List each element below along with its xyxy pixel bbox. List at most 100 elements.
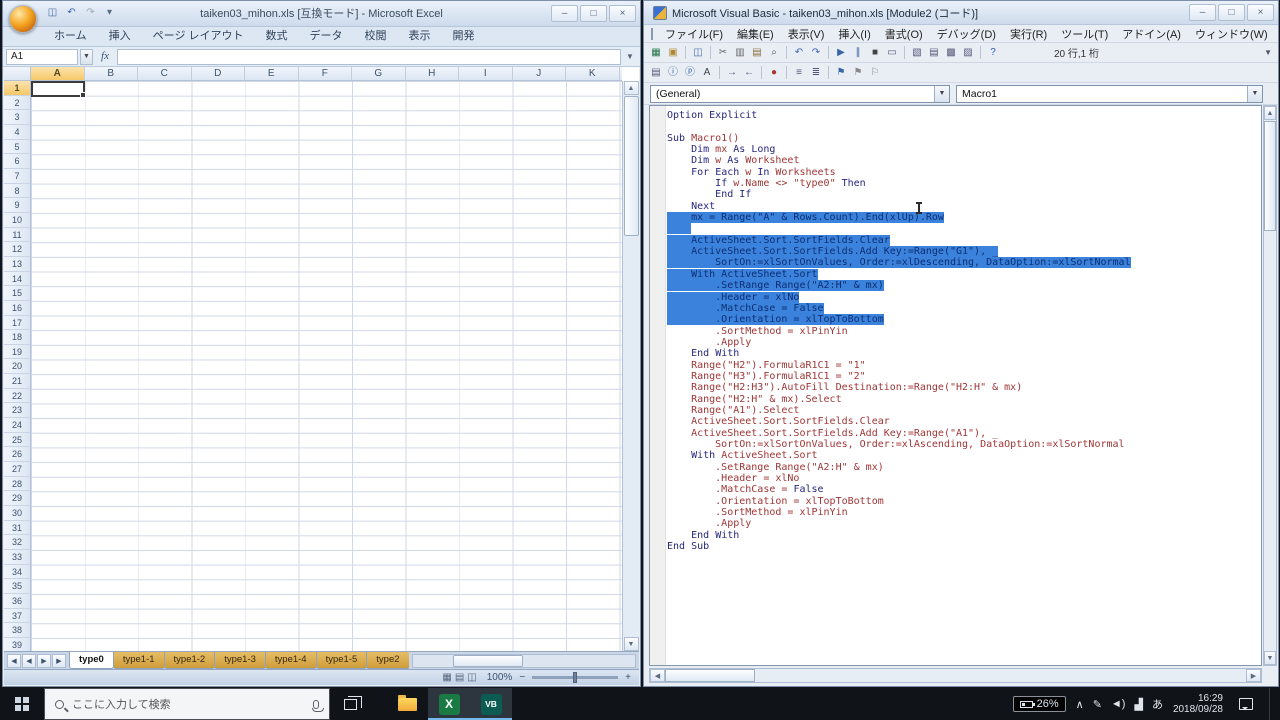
code-line[interactable]: ActiveSheet.Sort.SortFields.Clear xyxy=(667,416,1261,427)
ribbon-tab-view[interactable]: 表示 xyxy=(398,27,442,46)
code-line[interactable]: .Orientation = xlTopToBottom xyxy=(667,496,1261,507)
row-header-38[interactable]: 38 xyxy=(4,623,30,638)
row-header-37[interactable]: 37 xyxy=(4,609,30,624)
taskbar-app-explorer[interactable] xyxy=(386,688,428,720)
row-header-15[interactable]: 15 xyxy=(4,286,30,301)
quick-info-icon[interactable]: ⓘ xyxy=(665,65,681,81)
next-sheet-icon[interactable]: ▶ xyxy=(37,654,51,668)
toolbar-options-icon[interactable]: ▼ xyxy=(1264,48,1272,57)
list-properties-icon[interactable]: ▤ xyxy=(648,65,664,81)
vertical-scroll-thumb[interactable] xyxy=(624,96,639,236)
close-button[interactable]: × xyxy=(609,5,636,22)
view-excel-icon[interactable]: ▦ xyxy=(648,45,664,61)
menu-view[interactable]: 表示(V) xyxy=(781,26,832,42)
close-button[interactable]: × xyxy=(1247,4,1274,21)
code-line[interactable]: .SetRange Range("A2:H" & mx) xyxy=(667,462,1261,473)
row-header-6[interactable]: 6 xyxy=(4,154,30,169)
code-line[interactable] xyxy=(667,223,1261,234)
undo-icon[interactable]: ↶ xyxy=(64,5,79,20)
column-header-D[interactable]: D xyxy=(192,67,246,80)
zoom-slider-thumb[interactable] xyxy=(573,672,577,683)
menu-insert[interactable]: 挿入(I) xyxy=(831,26,877,42)
row-header-39[interactable]: 39 xyxy=(4,638,30,651)
first-sheet-icon[interactable]: ◀ xyxy=(7,654,21,668)
row-header-35[interactable]: 35 xyxy=(4,579,30,594)
comment-block-icon[interactable]: ≡ xyxy=(791,65,807,81)
page-break-view-icon[interactable]: ◫ xyxy=(467,672,476,683)
row-header-20[interactable]: 20 xyxy=(4,359,30,374)
row-header-7[interactable]: 7 xyxy=(4,169,30,184)
column-header-K[interactable]: K xyxy=(566,67,620,80)
zoom-slider[interactable] xyxy=(532,676,618,679)
taskbar-clock[interactable]: 16:29 2018/09/28 xyxy=(1173,693,1223,716)
code-line[interactable]: Option Explicit xyxy=(667,110,1261,121)
code-line[interactable]: .Apply xyxy=(667,337,1261,348)
code-line[interactable]: ActiveSheet.Sort.SortFields.Add Key:=Ran… xyxy=(667,428,1261,439)
menu-debug[interactable]: デバッグ(D) xyxy=(930,26,1003,42)
procedure-dropdown[interactable]: Macro1 ▼ xyxy=(956,85,1263,103)
maximize-button[interactable]: □ xyxy=(580,5,607,22)
row-header-33[interactable]: 33 xyxy=(4,550,30,565)
code-line[interactable]: With ActiveSheet.Sort xyxy=(667,450,1261,461)
scroll-left-icon[interactable]: ◀ xyxy=(650,669,665,682)
redo-icon[interactable]: ↷ xyxy=(808,45,824,61)
row-header-13[interactable]: 13 xyxy=(4,257,30,272)
row-header-36[interactable]: 36 xyxy=(4,594,30,609)
menu-file[interactable]: ファイル(F) xyxy=(658,26,730,42)
row-header-11[interactable]: 11 xyxy=(4,228,30,243)
horizontal-scroll-thumb[interactable] xyxy=(665,669,755,682)
sheet-tab-type1-1[interactable]: type1-1 xyxy=(113,652,165,669)
project-explorer-icon[interactable]: ▧ xyxy=(909,45,925,61)
code-line[interactable]: End Sub xyxy=(667,541,1261,552)
pen-icon[interactable]: ✎ xyxy=(1093,698,1102,711)
ribbon-tab-insert[interactable]: 挿入 xyxy=(98,27,142,46)
redo-icon[interactable]: ↷ xyxy=(83,5,98,20)
indent-icon[interactable]: → xyxy=(724,65,740,81)
last-sheet-icon[interactable]: ▶ xyxy=(52,654,66,668)
toggle-breakpoint-icon[interactable]: ● xyxy=(766,65,782,81)
task-view-button[interactable] xyxy=(330,688,370,720)
outdent-icon[interactable]: ← xyxy=(741,65,757,81)
dropdown-arrow-icon[interactable]: ▼ xyxy=(1247,86,1262,102)
column-header-I[interactable]: I xyxy=(459,67,513,80)
code-line[interactable]: With ActiveSheet.Sort xyxy=(667,269,1261,280)
formula-input[interactable] xyxy=(117,49,621,65)
zoom-out-icon[interactable]: − xyxy=(519,672,525,683)
margin-indicator-bar[interactable] xyxy=(650,106,666,665)
row-header-32[interactable]: 32 xyxy=(4,535,30,550)
taskbar-app-vbe[interactable]: VB xyxy=(470,688,512,720)
sheet-tab-type1-5[interactable]: type1-5 xyxy=(316,652,368,669)
row-header-17[interactable]: 17 xyxy=(4,316,30,331)
vertical-scroll-thumb[interactable] xyxy=(1264,121,1276,231)
code-line[interactable]: Dim w As Worksheet xyxy=(667,155,1261,166)
code-editor[interactable]: Option Explicit Sub Macro1() Dim mx As Lo… xyxy=(649,105,1262,666)
code-line[interactable]: mx = Range("A" & Rows.Count).End(xlUp).R… xyxy=(667,212,1261,223)
code-line[interactable]: Sub Macro1() xyxy=(667,133,1261,144)
code-line[interactable]: Dim mx As Long xyxy=(667,144,1261,155)
code-line[interactable]: End With xyxy=(667,348,1261,359)
page-layout-view-icon[interactable]: ▤ xyxy=(455,672,464,683)
row-header-31[interactable]: 31 xyxy=(4,521,30,536)
ime-mode-icon[interactable]: あ xyxy=(1152,696,1163,712)
reset-icon[interactable]: ■ xyxy=(867,45,883,61)
vertical-scrollbar[interactable]: ▲ ▼ xyxy=(622,81,639,651)
row-header-18[interactable]: 18 xyxy=(4,330,30,345)
speaker-icon[interactable]: ◄) xyxy=(1111,698,1126,710)
row-header-19[interactable]: 19 xyxy=(4,345,30,360)
scroll-down-icon[interactable]: ▼ xyxy=(624,637,639,651)
sheet-tab-type1-2[interactable]: type1-2 xyxy=(164,652,216,669)
object-dropdown[interactable]: (General) ▼ xyxy=(650,85,950,103)
run-icon[interactable]: ▶ xyxy=(833,45,849,61)
ribbon-tab-page-layout[interactable]: ページ レイアウト xyxy=(142,27,255,46)
row-header-22[interactable]: 22 xyxy=(4,389,30,404)
code-line[interactable]: Range("H2:H3").AutoFill Destination:=Ran… xyxy=(667,382,1261,393)
column-header-H[interactable]: H xyxy=(406,67,460,80)
row-header-25[interactable]: 25 xyxy=(4,433,30,448)
code-line[interactable]: .Orientation = xlTopToBottom xyxy=(667,314,1261,325)
ribbon-tab-developer[interactable]: 開発 xyxy=(442,27,486,46)
copy-icon[interactable]: ▥ xyxy=(732,45,748,61)
expand-formula-bar-icon[interactable]: ▼ xyxy=(623,49,637,65)
chevron-up-icon[interactable]: ∧ xyxy=(1076,698,1084,711)
zoom-in-icon[interactable]: + xyxy=(625,672,631,683)
scroll-up-icon[interactable]: ▲ xyxy=(1264,106,1276,120)
